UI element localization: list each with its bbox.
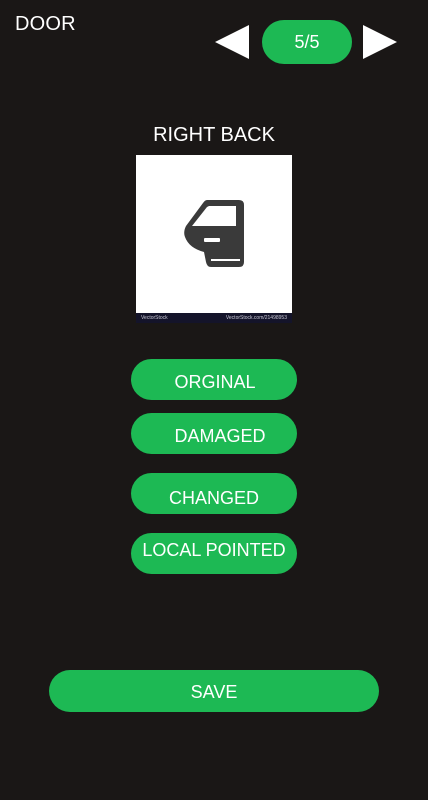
page-title: DOOR bbox=[15, 13, 76, 35]
car-door-icon bbox=[184, 200, 244, 267]
part-label: RIGHT BACK bbox=[153, 124, 275, 146]
original-button[interactable]: ORGINAL bbox=[131, 359, 297, 400]
watermark-bar: VectorStock VectorStock.com/21498953 bbox=[136, 313, 292, 323]
damaged-button[interactable]: DAMAGED bbox=[131, 413, 297, 454]
watermark-right: VectorStock.com/21498953 bbox=[225, 315, 287, 321]
triangle-right-icon[interactable] bbox=[363, 25, 397, 59]
watermark-left: VectorStock bbox=[141, 315, 168, 321]
part-image: VectorStock VectorStock.com/21498953 bbox=[136, 155, 292, 323]
page-counter: 5/5 bbox=[262, 20, 352, 64]
changed-button[interactable]: CHANGED bbox=[131, 473, 297, 514]
local-pointed-button[interactable]: LOCAL POINTED bbox=[131, 533, 297, 574]
triangle-left-icon[interactable] bbox=[215, 25, 249, 59]
save-button[interactable]: SAVE bbox=[49, 670, 379, 712]
